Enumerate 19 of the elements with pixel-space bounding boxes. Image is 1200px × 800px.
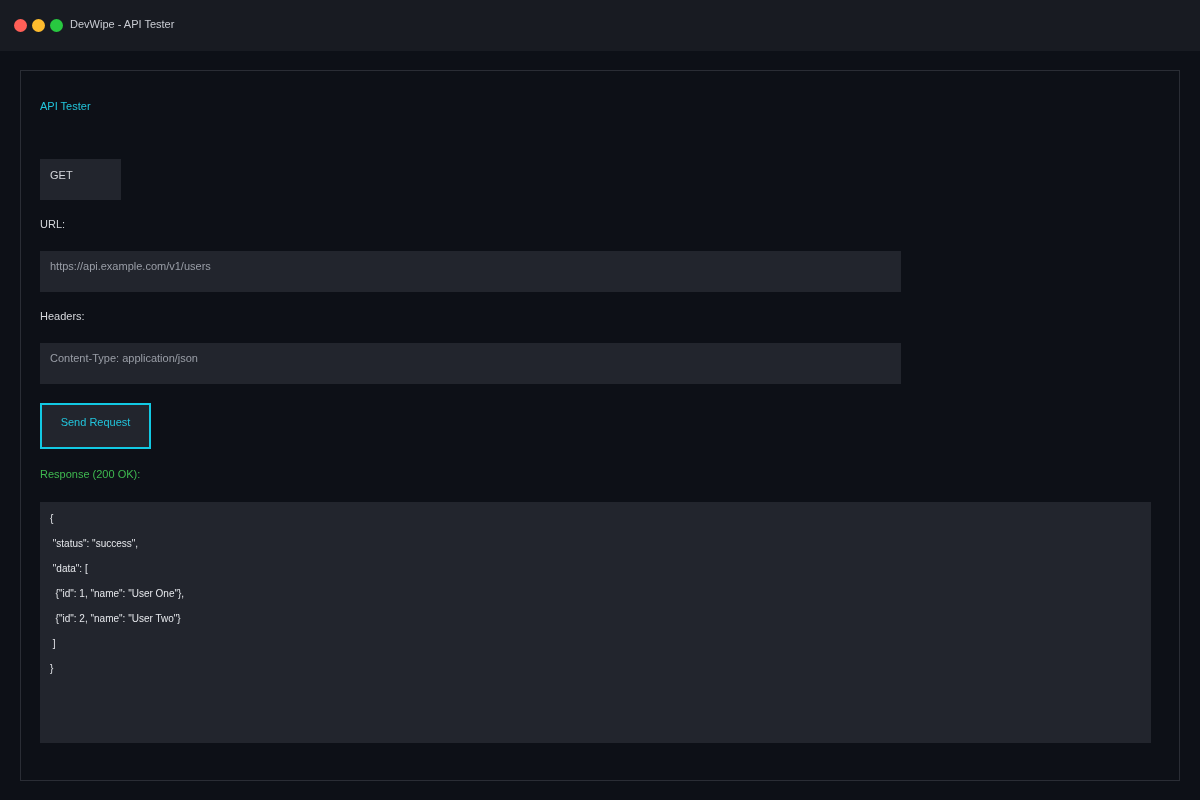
code-line: "status": "success",: [51, 537, 140, 551]
maximize-button[interactable]: [50, 19, 63, 32]
method-select[interactable]: GET: [40, 159, 121, 200]
url-field[interactable]: https://api.example.com/v1/users: [40, 251, 901, 292]
headers-label: Headers:: [40, 310, 85, 322]
headers-field[interactable]: Content-Type: application/json: [40, 343, 901, 384]
close-button[interactable]: [14, 19, 27, 32]
url-label: URL:: [40, 218, 66, 230]
response-status: Response (200 OK):: [40, 468, 141, 480]
send-request-button[interactable]: Send Request: [40, 403, 151, 449]
code-line: {"id": 1, "name": "User One"},: [54, 587, 186, 601]
code-line: }: [50, 662, 55, 676]
minimize-button[interactable]: [32, 19, 45, 32]
code-line: ]: [51, 637, 57, 651]
code-line: "data": [: [51, 562, 89, 576]
panel-title: API Tester: [40, 100, 91, 112]
code-line: {: [50, 512, 55, 526]
window-title: DevWipe - API Tester: [70, 18, 175, 30]
code-line: {"id": 2, "name": "User Two"}: [54, 612, 182, 626]
